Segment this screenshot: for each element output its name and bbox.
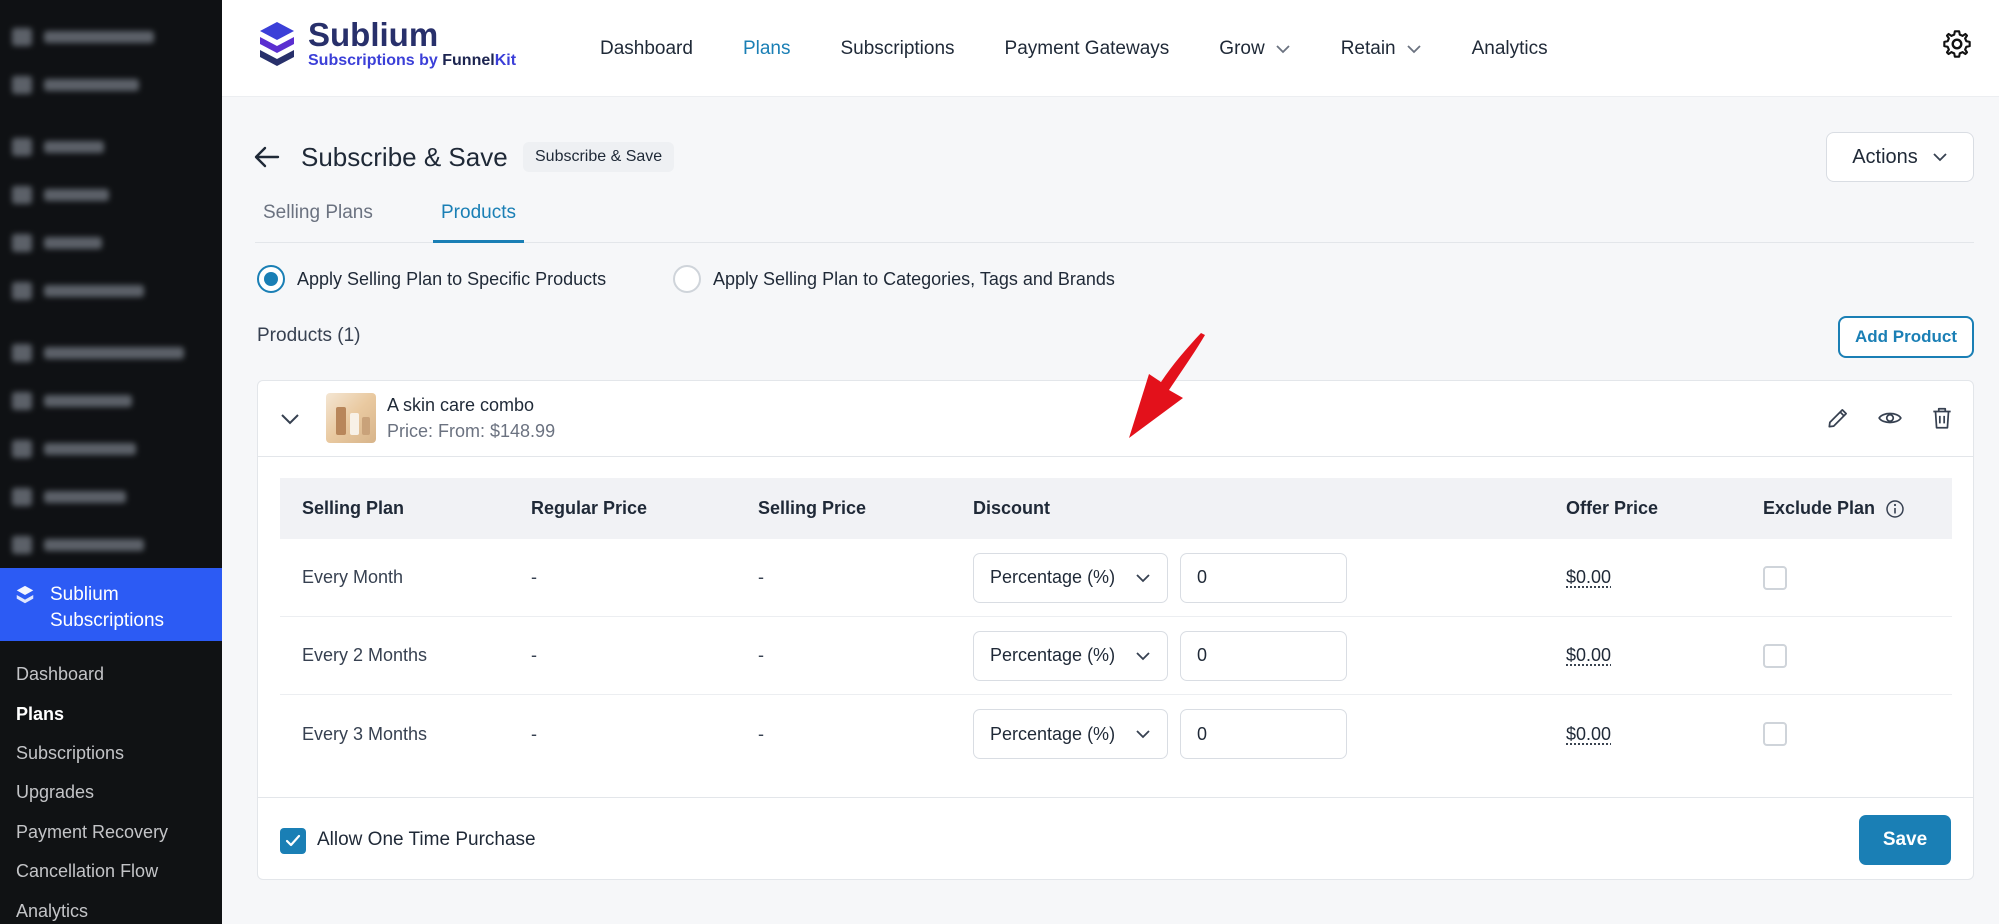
back-arrow-icon[interactable]	[252, 142, 282, 172]
tab-products[interactable]: Products	[433, 196, 524, 243]
nav-retain[interactable]: Retain	[1341, 38, 1422, 60]
radio-label: Apply Selling Plan to Specific Products	[297, 268, 607, 289]
main-nav: Dashboard Plans Subscriptions Payment Ga…	[600, 0, 1598, 97]
column-regular-price: Regular Price	[531, 498, 648, 518]
discount-value-input[interactable]	[1180, 709, 1347, 759]
radio-categories-tags-brands[interactable]: Apply Selling Plan to Categories, Tags a…	[673, 265, 1115, 293]
chevron-down-icon	[1136, 651, 1150, 660]
selling-plan-table: Selling Plan Regular Price Selling Price…	[280, 478, 1952, 773]
discount-type-select[interactable]: Percentage (%)	[973, 630, 1168, 681]
brand-tagline: Subscriptions by FunnelKit	[308, 52, 517, 69]
chevron-down-icon	[1136, 730, 1150, 739]
product-card-footer: Allow One Time Purchase Save	[258, 797, 1973, 881]
regular-price: -	[531, 567, 537, 587]
trash-icon[interactable]	[1929, 405, 1955, 431]
radio-button[interactable]	[673, 265, 701, 293]
radio-specific-products[interactable]: Apply Selling Plan to Specific Products	[257, 265, 606, 293]
column-exclude-plan: Exclude Plan	[1763, 498, 1952, 519]
add-product-button[interactable]: Add Product	[1838, 316, 1974, 358]
edit-pencil-icon[interactable]	[1825, 405, 1851, 431]
table-row: Every Month - - Percentage (%) $0.00	[280, 539, 1952, 617]
plan-type-badge: Subscribe & Save	[523, 142, 675, 172]
product-name: A skin care combo	[387, 395, 535, 415]
exclude-plan-checkbox[interactable]	[1763, 643, 1787, 668]
product-price: Price: From: $148.99	[387, 421, 556, 441]
product-card: A skin care combo Price: From: $148.99 S…	[257, 380, 1974, 880]
chevron-down-icon	[1136, 573, 1150, 582]
exclude-plan-checkbox[interactable]	[1763, 565, 1787, 590]
sidebar-item-sublium[interactable]: Sublium Subscriptions	[0, 568, 222, 641]
sidebar-item-plans[interactable]: Plans	[0, 694, 222, 733]
nav-plans[interactable]: Plans	[743, 38, 791, 60]
actions-dropdown[interactable]: Actions	[1826, 132, 1974, 182]
actions-label: Actions	[1852, 145, 1918, 168]
sidebar-item-cancellation-flow[interactable]: Cancellation Flow	[0, 852, 222, 891]
save-button[interactable]: Save	[1859, 815, 1951, 865]
sidebar-item-analytics[interactable]: Analytics	[0, 891, 222, 924]
offer-price: $0.00	[1566, 645, 1612, 665]
selling-price: -	[758, 567, 764, 587]
nav-analytics[interactable]: Analytics	[1472, 38, 1548, 60]
exclude-plan-checkbox[interactable]	[1763, 722, 1787, 746]
column-offer-price: Offer Price	[1566, 498, 1659, 518]
table-row: Every 3 Months - - Percentage (%) $0.00	[280, 695, 1952, 773]
products-count: Products (1)	[257, 325, 361, 346]
plan-name: Every 2 Months	[302, 645, 428, 665]
one-time-purchase-label: Allow One Time Purchase	[317, 829, 536, 850]
regular-price: -	[531, 723, 537, 744]
table-header: Selling Plan Regular Price Selling Price…	[280, 478, 1952, 539]
discount-type-select[interactable]: Percentage (%)	[973, 709, 1168, 759]
column-discount: Discount	[973, 498, 1051, 518]
selling-price: -	[758, 645, 764, 665]
sublium-logo-icon	[260, 22, 294, 66]
tab-selling-plans[interactable]: Selling Plans	[255, 196, 381, 243]
sublium-logo-icon	[16, 585, 34, 604]
product-thumbnail	[326, 393, 376, 443]
plan-name: Every 3 Months	[302, 723, 428, 744]
one-time-purchase-checkbox[interactable]	[280, 828, 306, 854]
sidebar-active-label: Sublium Subscriptions	[50, 584, 165, 631]
page-title: Subscribe & Save	[301, 142, 508, 172]
nav-grow[interactable]: Grow	[1219, 38, 1290, 60]
regular-price: -	[531, 645, 537, 665]
checkmark-icon	[285, 834, 301, 847]
sidebar-item-payment-recovery[interactable]: Payment Recovery	[0, 813, 222, 852]
product-card-header: A skin care combo Price: From: $148.99	[258, 381, 1973, 457]
chevron-down-icon	[1406, 44, 1421, 53]
table-row: Every 2 Months - - Percentage (%) $0.00	[280, 617, 1952, 695]
chevron-down-icon[interactable]	[278, 407, 302, 431]
gear-icon[interactable]	[1941, 28, 1973, 60]
column-selling-price: Selling Price	[758, 498, 867, 518]
sidebar-item-dashboard[interactable]: Dashboard	[0, 655, 222, 694]
discount-value-input[interactable]	[1180, 552, 1347, 603]
discount-type-select[interactable]: Percentage (%)	[973, 552, 1168, 603]
brand-name: Sublium	[308, 16, 439, 53]
radio-button[interactable]	[257, 265, 285, 293]
blurred-menu-area	[0, 0, 222, 568]
info-icon[interactable]	[1885, 499, 1905, 519]
radio-label: Apply Selling Plan to Categories, Tags a…	[713, 268, 1115, 289]
top-navigation-bar: Sublium Subscriptions by FunnelKit Dashb…	[222, 0, 1999, 97]
offer-price: $0.00	[1566, 723, 1612, 744]
eye-icon[interactable]	[1877, 405, 1903, 431]
sidebar-item-upgrades[interactable]: Upgrades	[0, 773, 222, 812]
selling-price: -	[758, 723, 764, 744]
plan-name: Every Month	[302, 567, 404, 587]
brand-logo[interactable]: Sublium Subscriptions by FunnelKit	[256, 18, 516, 70]
offer-price: $0.00	[1566, 567, 1612, 587]
nav-payment-gateways[interactable]: Payment Gateways	[1005, 38, 1170, 60]
wp-admin-sidebar: Sublium Subscriptions Dashboard Plans Su…	[0, 0, 222, 924]
discount-value-input[interactable]	[1180, 630, 1347, 681]
sidebar-item-subscriptions[interactable]: Subscriptions	[0, 734, 222, 773]
annotation-arrow-icon	[1129, 333, 1205, 438]
plan-tabs: Selling Plans Products	[255, 196, 1974, 243]
sidebar-submenu: Dashboard Plans Subscriptions Upgrades P…	[0, 641, 222, 924]
nav-dashboard[interactable]: Dashboard	[600, 38, 693, 60]
product-actions	[1825, 405, 1955, 431]
chevron-down-icon	[1276, 44, 1290, 53]
column-selling-plan: Selling Plan	[302, 498, 405, 518]
chevron-down-icon	[1933, 153, 1947, 162]
nav-subscriptions[interactable]: Subscriptions	[840, 38, 954, 60]
